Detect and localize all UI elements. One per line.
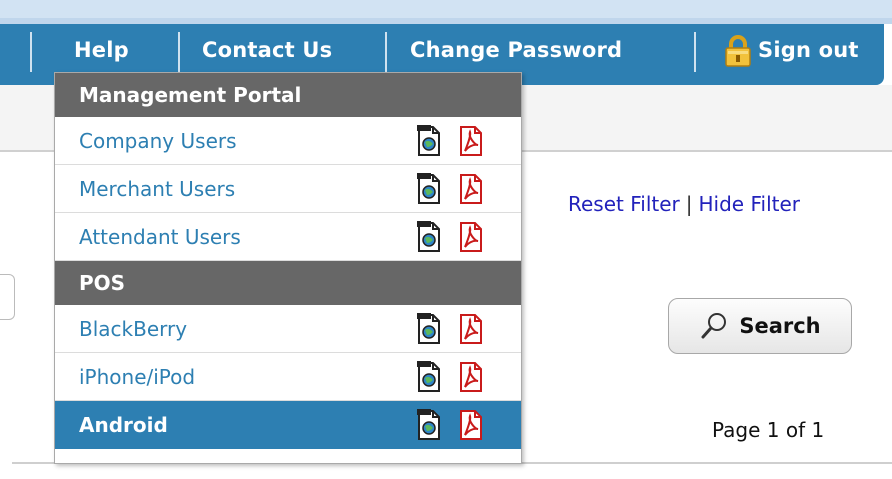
menu-item-label: Android [79,413,168,437]
menu-item-attendant-users[interactable]: Attendant Users [55,213,521,261]
nav-change-password-link[interactable]: Change Password [410,38,622,62]
nav-help-link[interactable]: Help [74,38,129,62]
pdf-icon[interactable] [459,407,483,443]
search-button-label: Search [739,314,821,338]
menu-item-blackberry[interactable]: BlackBerry [55,305,521,353]
filter-links: Reset Filter | Hide Filter [568,192,800,216]
web-document-icon[interactable] [417,219,441,255]
filter-input-edge[interactable] [0,274,15,320]
nav-separator [385,32,387,72]
lock-icon[interactable] [722,34,754,68]
menu-item-company-users[interactable]: Company Users [55,117,521,165]
pdf-icon[interactable] [459,123,483,159]
help-dropdown-menu: Management Portal Company Users Merchant… [54,72,522,464]
menu-item-label: BlackBerry [79,316,188,341]
nav-sign-out-link[interactable]: Sign out [758,38,859,62]
menu-item-iphone-ipod[interactable]: iPhone/iPod [55,353,521,401]
menu-item-label: Merchant Users [79,176,236,201]
reset-filter-link[interactable]: Reset Filter [568,192,680,216]
menu-item-label: Attendant Users [79,224,241,249]
menu-item-merchant-users[interactable]: Merchant Users [55,165,521,213]
web-document-icon[interactable] [417,407,441,443]
menu-item-label: Company Users [79,128,237,153]
search-button[interactable]: Search [668,298,852,354]
nav-separator [694,32,696,72]
pdf-icon[interactable] [459,311,483,347]
web-document-icon[interactable] [417,123,441,159]
menu-item-label: iPhone/iPod [79,364,196,389]
pdf-icon[interactable] [459,359,483,395]
nav-separator [178,32,180,72]
menu-item-android[interactable]: Android [55,401,521,449]
web-document-icon[interactable] [417,359,441,395]
pdf-icon[interactable] [459,171,483,207]
pdf-icon[interactable] [459,219,483,255]
web-document-icon[interactable] [417,171,441,207]
magnifier-icon [701,313,727,339]
menu-section-header: Management Portal [55,73,521,117]
nav-separator [30,32,32,72]
hide-filter-link[interactable]: Hide Filter [699,192,800,216]
nav-contact-us-link[interactable]: Contact Us [202,38,332,62]
menu-section-header: POS [55,261,521,305]
web-document-icon[interactable] [417,311,441,347]
page-indicator: Page 1 of 1 [712,418,825,442]
filter-separator: | [685,192,693,216]
